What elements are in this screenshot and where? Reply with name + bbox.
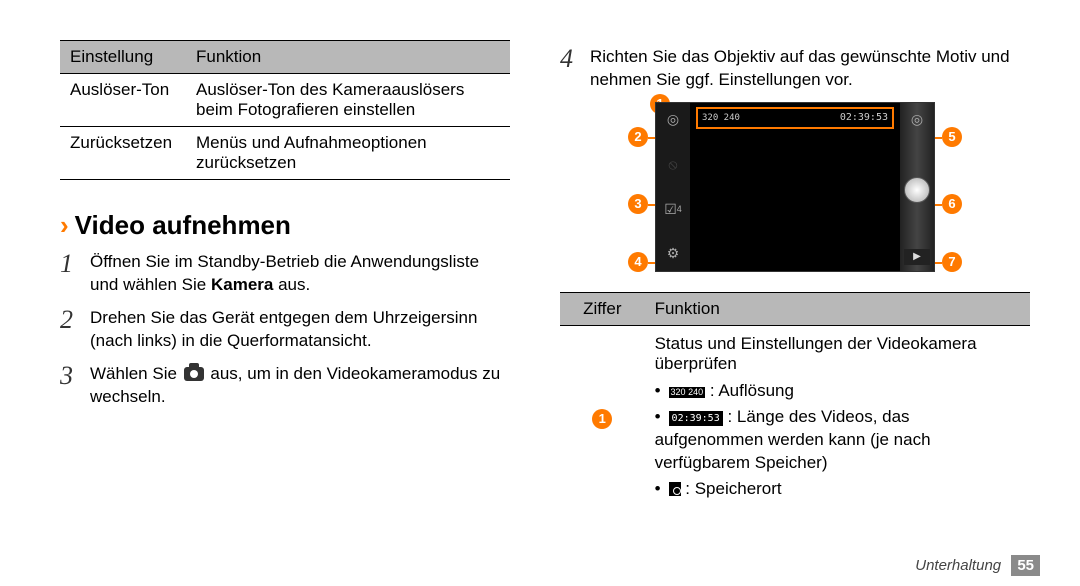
page-footer: Unterhaltung 55 [915,557,1040,574]
callout-7: 7 [942,252,962,272]
callout-2: 2 [628,127,648,147]
switch-mode-icon: ◎ [906,109,928,131]
exposure-icon: ☑4 [662,198,684,220]
step-1: 1 Öffnen Sie im Standby-Betrieb die Anwe… [60,251,510,297]
step-number: 2 [60,307,90,353]
bullet-list: 320 240 : Auflösung 02:39:53 : Länge des… [655,380,1020,501]
callout-6: 6 [942,194,962,214]
right-toolbar: ◎ ▶ [900,103,934,271]
callout-3: 3 [628,194,648,214]
time-icon: 02:39:53 [669,411,723,427]
step-number: 4 [560,46,590,92]
settings-header-function: Funktion [186,41,510,74]
section-title: Video aufnehmen [75,210,291,241]
ziffer-header-func: Funktion [645,292,1030,325]
section-heading: › Video aufnehmen [60,210,510,241]
left-toolbar: ◎ ⦸ ☑4 ⚙ [656,103,690,271]
disabled-icon: ⦸ [662,154,684,176]
page-number: 55 [1011,555,1040,576]
settings-table: Einstellung Funktion Auslöser-Ton Auslös… [60,40,510,180]
settings-icon: ⚙ [662,243,684,265]
step-3: 3 Wählen Sie aus, um in den Videokameram… [60,363,510,409]
step-number: 1 [60,251,90,297]
time-indicator: 02:39:53 [840,112,888,123]
chevron-icon: › [60,210,69,241]
step-2-text: Drehen Sie das Gerät entgegen dem Uhrzei… [90,307,510,353]
settings-row1-setting: Auslöser-Ton [60,74,186,127]
play-button-icon: ▶ [904,249,930,265]
ziffer-row1-func: Status und Einstellungen der Videokamera… [645,325,1030,511]
mode-icon: ◎ [662,109,684,131]
settings-row1-func: Auslöser-Ton des Kameraauslösers beim Fo… [186,74,510,127]
settings-header-setting: Einstellung [60,41,186,74]
settings-row2-func: Menüs und Aufnahmeoptionen zurücksetzen [186,127,510,180]
camera-illustration: 1 2 3 4 5 6 7 ◎ ⦸ ☑4 ⚙ 320 240 02:39:53 … [630,102,960,272]
step-2: 2 Drehen Sie das Gerät entgegen dem Uhrz… [60,307,510,353]
step-number: 3 [60,363,90,409]
resolution-icon: 320 240 [669,387,706,398]
step-1-text: Öffnen Sie im Standby-Betrieb die Anwend… [90,251,510,297]
step-3-text: Wählen Sie aus, um in den Videokameramod… [90,363,510,409]
camera-icon [184,367,204,381]
footer-section: Unterhaltung [915,557,1001,574]
storage-icon [669,482,681,496]
step-4-text: Richten Sie das Objektiv auf das gewünsc… [590,46,1030,92]
resolution-indicator: 320 240 [702,114,740,122]
record-button-icon [904,177,930,203]
settings-row2-setting: Zurücksetzen [60,127,186,180]
camera-screen: ◎ ⦸ ☑4 ⚙ 320 240 02:39:53 ◎ ▶ [655,102,935,272]
ziffer-row1-num: 1 [560,325,645,511]
callout-5: 5 [942,127,962,147]
ziffer-header-num: Ziffer [560,292,645,325]
step-4: 4 Richten Sie das Objektiv auf das gewün… [560,46,1030,92]
ziffer-table: Ziffer Funktion 1 Status und Einstellung… [560,292,1030,512]
callout-4: 4 [628,252,648,272]
badge-1: 1 [592,409,612,429]
status-bar: 320 240 02:39:53 [696,107,894,129]
